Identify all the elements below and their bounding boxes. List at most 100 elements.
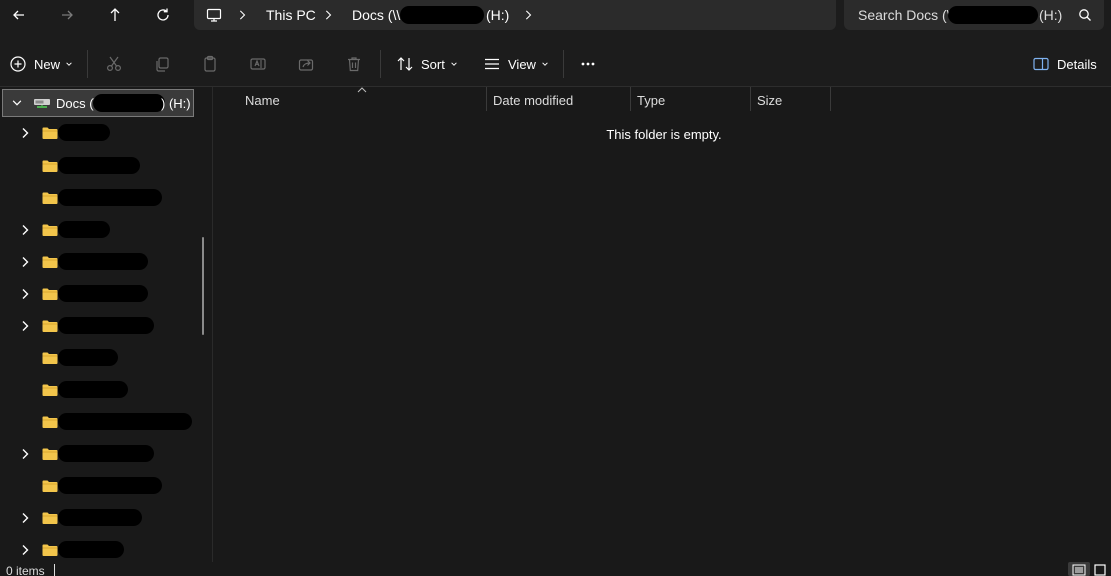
share-button[interactable]	[296, 52, 316, 76]
up-button[interactable]	[100, 4, 130, 26]
redaction	[93, 94, 165, 112]
redaction	[58, 253, 148, 270]
nav-folder-item[interactable]	[0, 186, 200, 210]
chevron-down-icon	[12, 100, 22, 106]
item-count: 0 items	[6, 564, 45, 576]
search-placeholder-suffix: (H:)	[1039, 7, 1063, 23]
folder-icon	[42, 448, 58, 460]
details-label: Details	[1057, 56, 1097, 72]
toolbar-divider	[380, 50, 381, 78]
chevron-right-icon[interactable]	[18, 543, 32, 557]
folder-icon	[42, 480, 58, 492]
search-input[interactable]: Search Docs (\\ (H:)	[844, 0, 1104, 30]
redaction	[58, 317, 154, 334]
chevron-right-icon[interactable]	[18, 511, 32, 525]
nav-folder-item[interactable]	[0, 378, 200, 402]
address-bar[interactable]: This PC Docs (\\ (H:)	[194, 0, 836, 30]
new-button[interactable]: New	[8, 52, 73, 76]
folder-icon	[42, 160, 58, 172]
folder-icon	[42, 224, 58, 236]
back-button[interactable]	[4, 4, 34, 26]
clipboard-icon	[200, 54, 220, 74]
status-bar: 0 items	[0, 562, 1111, 576]
arrow-right-icon	[62, 10, 73, 20]
chevron-right-icon[interactable]	[18, 223, 32, 237]
chevron-right-icon[interactable]	[18, 255, 32, 269]
search-icon	[1079, 9, 1091, 21]
rename-button[interactable]	[248, 52, 268, 76]
nav-folder-item[interactable]	[0, 282, 200, 306]
column-header-date-modified[interactable]: Date modified	[487, 87, 631, 111]
nav-folder-item[interactable]	[0, 442, 200, 466]
nav-folder-item[interactable]	[0, 121, 200, 145]
details-view-icon	[1072, 564, 1086, 576]
breadcrumb-drive-letter[interactable]: (H:)	[486, 7, 509, 23]
breadcrumb-this-pc[interactable]: This PC	[266, 7, 316, 23]
nav-folder-item[interactable]	[0, 154, 200, 178]
toolbar-divider	[87, 50, 88, 78]
details-view-button[interactable]	[1068, 562, 1090, 576]
chevron-down-icon	[542, 62, 548, 66]
refresh-icon	[157, 8, 169, 21]
redaction	[58, 413, 192, 430]
column-header-type[interactable]: Type	[631, 87, 751, 111]
trash-icon	[344, 54, 364, 74]
details-pane-button[interactable]: Details	[1031, 52, 1097, 76]
folder-icon	[42, 352, 58, 364]
redaction	[58, 221, 110, 238]
refresh-button[interactable]	[148, 4, 178, 26]
empty-folder-message: This folder is empty.	[606, 127, 722, 142]
nav-folder-item[interactable]	[0, 250, 200, 274]
breadcrumb-docs[interactable]: Docs (\\	[352, 7, 400, 23]
redaction	[948, 6, 1038, 24]
nav-scrollbar[interactable]	[202, 237, 204, 335]
nav-folder-item[interactable]	[0, 218, 200, 242]
copy-button[interactable]	[152, 52, 172, 76]
chevron-down-icon	[451, 62, 457, 66]
chevron-right-icon[interactable]	[18, 126, 32, 140]
forward-button[interactable]	[52, 4, 82, 26]
chevron-right-icon[interactable]	[18, 287, 32, 301]
address-row: This PC Docs (\\ (H:) Search Docs (\\ (H…	[0, 0, 1111, 40]
nav-folder-item[interactable]	[0, 506, 200, 530]
folder-icon	[42, 320, 58, 332]
more-options-button[interactable]	[578, 52, 598, 76]
redaction	[58, 381, 128, 398]
sort-button[interactable]: Sort	[395, 52, 458, 76]
folder-icon	[42, 544, 58, 556]
arrow-left-icon	[13, 10, 24, 20]
folder-icon	[42, 127, 58, 139]
redaction	[58, 477, 162, 494]
redaction	[58, 509, 142, 526]
nav-drive-label-suffix: ) (H:)	[161, 96, 191, 111]
folder-icon	[42, 512, 58, 524]
chevron-right-icon[interactable]	[18, 447, 32, 461]
toolbar-divider	[563, 50, 564, 78]
folder-icon	[42, 416, 58, 428]
redaction	[400, 6, 484, 24]
redaction	[58, 445, 154, 462]
nav-folder-item[interactable]	[0, 474, 200, 498]
sort-label: Sort	[421, 56, 445, 72]
paste-button[interactable]	[200, 52, 220, 76]
nav-folder-item[interactable]	[0, 314, 200, 338]
cut-button[interactable]	[104, 52, 124, 76]
view-button[interactable]: View	[482, 52, 549, 76]
redaction	[58, 189, 162, 206]
column-header-name[interactable]: Name	[239, 87, 487, 111]
redaction	[58, 124, 110, 141]
view-list-icon	[482, 54, 502, 74]
nav-folder-item[interactable]	[0, 410, 200, 434]
delete-button[interactable]	[344, 52, 364, 76]
chevron-right-icon[interactable]	[18, 319, 32, 333]
column-header-size[interactable]: Size	[751, 87, 831, 111]
details-pane-icon	[1031, 54, 1051, 74]
redaction	[58, 349, 118, 366]
tiles-view-button[interactable]	[1092, 562, 1110, 576]
nav-folder-item[interactable]	[0, 346, 200, 370]
chevron-right-icon	[322, 8, 334, 22]
chevron-right-icon	[236, 8, 248, 22]
nav-item-docs-drive[interactable]: Docs (\\ ) (H:)	[2, 89, 194, 117]
nav-folder-item[interactable]	[0, 538, 200, 562]
folder-icon	[42, 192, 58, 204]
